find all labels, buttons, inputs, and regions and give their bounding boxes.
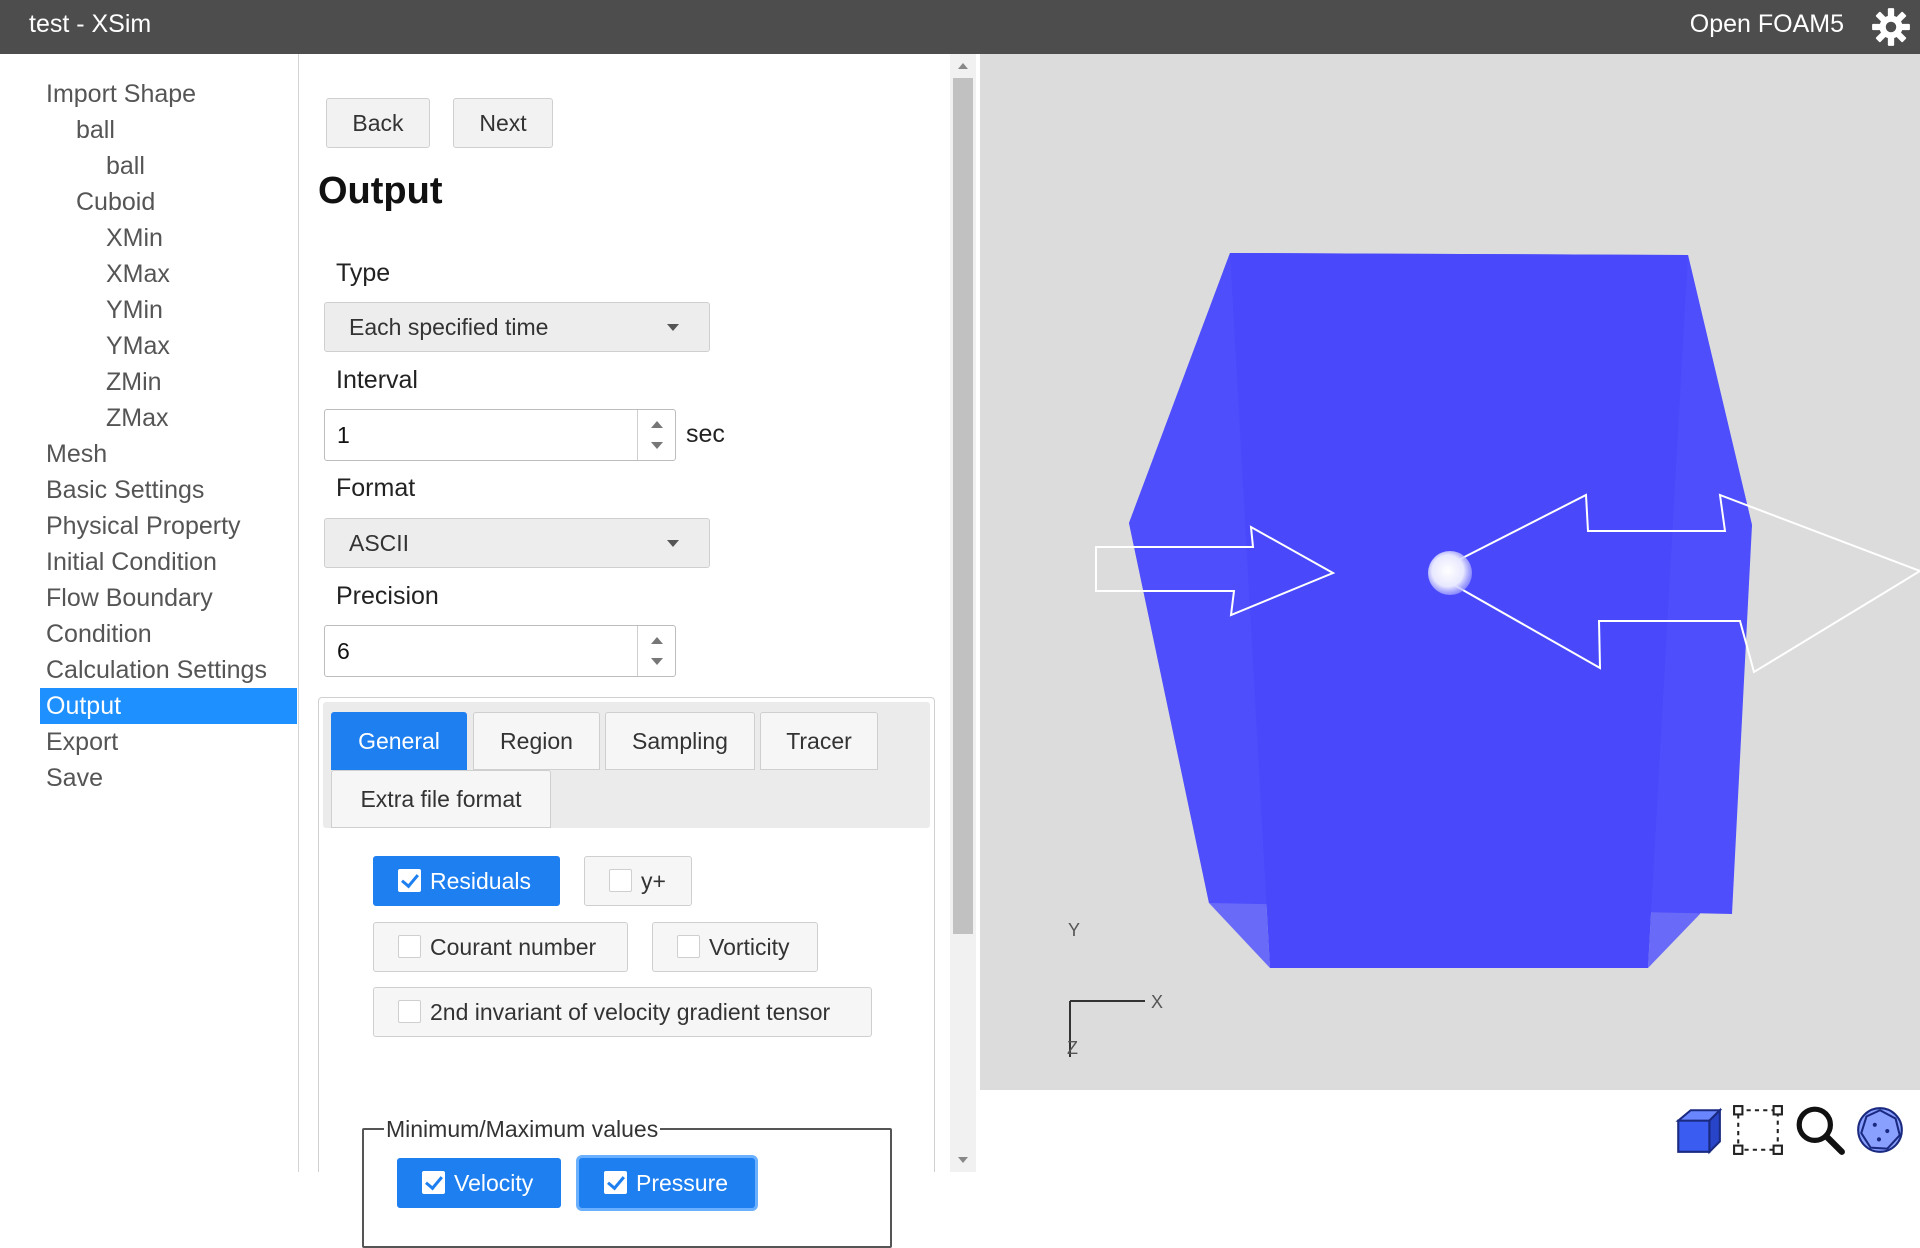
checkbox-checked-icon: [398, 869, 421, 892]
spinner-down-icon[interactable]: [651, 658, 663, 665]
vorticity-label: Vorticity: [709, 934, 790, 960]
box-select-icon[interactable]: [1732, 1104, 1784, 1156]
next-button[interactable]: Next: [453, 98, 553, 148]
cuboid-domain: [1129, 253, 1752, 968]
scene-canvas: Y X Z: [1067, 253, 1920, 1058]
residuals-label: Residuals: [430, 868, 531, 894]
courant-number-label: Courant number: [430, 934, 597, 960]
chevron-down-icon: [667, 540, 679, 547]
zoom-icon[interactable]: [1794, 1104, 1846, 1156]
mesh-sphere-icon[interactable]: [1854, 1104, 1906, 1156]
format-select-value: ASCII: [349, 530, 410, 556]
velocity-gradient-invariant-label: 2nd invariant of velocity gradient tenso…: [430, 999, 831, 1025]
gear-icon[interactable]: [1870, 6, 1912, 48]
velocity-checkbox[interactable]: Velocity: [397, 1158, 561, 1208]
format-label: Format: [336, 474, 416, 502]
checkbox-unchecked-icon: [398, 1000, 421, 1023]
sidebar-item-flow-boundary[interactable]: Flow Boundary: [40, 580, 297, 616]
sidebar-item-condition[interactable]: Condition: [40, 616, 297, 652]
view-toolbar: [980, 1090, 1920, 1172]
precision-spinner[interactable]: [637, 626, 675, 676]
precision-value: 6: [337, 638, 350, 664]
sidebar-item-physical-property[interactable]: Physical Property: [40, 508, 297, 544]
type-label: Type: [336, 259, 391, 287]
precision-input[interactable]: 6: [324, 625, 676, 677]
scroll-thumb[interactable]: [953, 78, 973, 934]
checkbox-unchecked-icon: [609, 869, 632, 892]
sidebar-nav: Import Shape ball ball Cuboid XMin XMax …: [0, 54, 299, 1172]
interval-label: Interval: [336, 366, 418, 394]
vorticity-checkbox[interactable]: Vorticity: [652, 922, 818, 972]
sidebar-item-output[interactable]: Output: [40, 688, 297, 724]
interval-unit: sec: [686, 420, 725, 448]
tab-extra-file-format[interactable]: Extra file format: [331, 770, 551, 828]
precision-label: Precision: [336, 582, 439, 610]
sidebar-item-ball[interactable]: ball: [100, 148, 297, 184]
cuboid-back-face: [1230, 253, 1688, 968]
sidebar-item-zmin[interactable]: ZMin: [100, 364, 297, 400]
page-title: Output: [318, 170, 443, 212]
chevron-down-icon: [667, 324, 679, 331]
tab-tracer[interactable]: Tracer: [760, 712, 878, 770]
sidebar-item-ball-group[interactable]: ball: [70, 112, 297, 148]
back-button[interactable]: Back: [326, 98, 430, 148]
sidebar-item-xmax[interactable]: XMax: [100, 256, 297, 292]
tab-general[interactable]: General: [331, 712, 467, 770]
sidebar-item-import-shape[interactable]: Import Shape: [40, 76, 297, 112]
checkbox-unchecked-icon: [398, 935, 421, 958]
yplus-checkbox[interactable]: y+: [584, 856, 692, 906]
tab-sampling[interactable]: Sampling: [605, 712, 755, 770]
velocity-gradient-invariant-checkbox[interactable]: 2nd invariant of velocity gradient tenso…: [373, 987, 872, 1037]
panel-scrollbar[interactable]: [950, 54, 976, 1172]
interval-input[interactable]: 1: [324, 409, 676, 461]
scroll-down-icon[interactable]: [958, 1157, 968, 1163]
sidebar-item-mesh[interactable]: Mesh: [40, 436, 297, 472]
tab-strip: General Region Sampling Tracer Extra fil…: [323, 702, 930, 828]
sidebar-item-calculation-settings[interactable]: Calculation Settings: [40, 652, 297, 688]
sidebar-item-initial-condition[interactable]: Initial Condition: [40, 544, 297, 580]
scroll-up-icon[interactable]: [958, 63, 968, 69]
velocity-label: Velocity: [454, 1170, 534, 1196]
type-select-value: Each specified time: [349, 314, 549, 340]
spinner-up-icon[interactable]: [651, 637, 663, 644]
title-bar: test - XSim Open FOAM5: [0, 0, 1920, 54]
tab-region[interactable]: Region: [473, 712, 600, 770]
solver-label: Open FOAM5: [1689, 10, 1844, 38]
sidebar-item-export[interactable]: Export: [40, 724, 297, 760]
interval-spinner[interactable]: [637, 410, 675, 460]
spinner-down-icon[interactable]: [651, 442, 663, 449]
spinner-up-icon[interactable]: [651, 421, 663, 428]
sidebar-item-ymin[interactable]: YMin: [100, 292, 297, 328]
sidebar-item-basic-settings[interactable]: Basic Settings: [40, 472, 297, 508]
sidebar-item-cuboid[interactable]: Cuboid: [70, 184, 297, 220]
sidebar-item-zmax[interactable]: ZMax: [100, 400, 297, 436]
axis-z-label: Z: [1067, 1038, 1078, 1058]
interval-value: 1: [337, 422, 350, 448]
checkbox-checked-icon: [604, 1171, 627, 1194]
sidebar-item-ymax[interactable]: YMax: [100, 328, 297, 364]
checkbox-checked-icon: [422, 1171, 445, 1194]
residuals-checkbox[interactable]: Residuals: [373, 856, 560, 906]
axis-y-label: Y: [1068, 920, 1080, 940]
yplus-label: y+: [641, 868, 666, 894]
courant-number-checkbox[interactable]: Courant number: [373, 922, 628, 972]
settings-panel: Back Next Output Type Each specified tim…: [300, 54, 950, 1248]
axis-x-label: X: [1151, 992, 1163, 1012]
sidebar-item-xmin[interactable]: XMin: [100, 220, 297, 256]
pressure-label: Pressure: [636, 1170, 729, 1196]
checkbox-unchecked-icon: [677, 935, 700, 958]
sidebar-item-save[interactable]: Save: [40, 760, 297, 796]
ball-shape: [1428, 551, 1472, 595]
axes-gizmo: Y X Z: [1067, 920, 1163, 1058]
app-title: test - XSim: [29, 10, 152, 38]
3d-viewport[interactable]: Y X Z: [980, 54, 1920, 1090]
type-select[interactable]: Each specified time: [324, 302, 710, 352]
pressure-checkbox[interactable]: Pressure: [579, 1158, 755, 1208]
format-select[interactable]: ASCII: [324, 518, 710, 568]
cube-view-icon[interactable]: [1672, 1104, 1724, 1156]
minmax-legend: Minimum/Maximum values: [384, 1116, 661, 1143]
